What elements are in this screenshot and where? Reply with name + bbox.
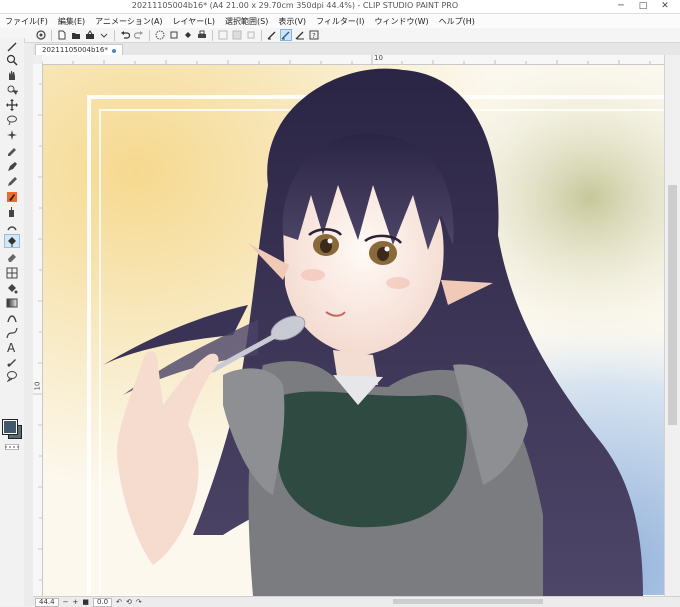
select-all-icon — [231, 29, 243, 41]
menu-layer[interactable]: レイヤー(L) — [168, 16, 220, 27]
menu-help[interactable]: ヘルプ(H) — [434, 16, 480, 27]
menu-window[interactable]: ウィンドウ(W) — [370, 16, 434, 27]
vertical-scrollbar[interactable] — [664, 55, 680, 596]
text-icon[interactable]: A — [4, 340, 20, 354]
menu-animation[interactable]: アニメーション(A) — [90, 16, 167, 27]
clear-icon[interactable] — [154, 29, 166, 41]
transform-icon — [217, 29, 229, 41]
deselect-icon — [245, 29, 257, 41]
command-bar: ? — [0, 28, 680, 43]
drawing-canvas[interactable] — [43, 65, 664, 596]
gradient-icon[interactable] — [4, 296, 20, 310]
decoration-icon[interactable] — [4, 220, 20, 234]
title-bar: 20211105004b16* (A4 21.00 x 29.70cm 350d… — [0, 0, 680, 14]
menu-selection[interactable]: 選択範囲(S) — [220, 16, 273, 27]
new-file-icon[interactable] — [56, 29, 68, 41]
save-icon[interactable] — [84, 29, 96, 41]
minimize-button[interactable]: ─ — [610, 0, 632, 13]
horizontal-scroll-thumb[interactable] — [393, 599, 543, 604]
ruler-top-label: 10 — [374, 54, 383, 62]
zoom-icon[interactable] — [4, 53, 20, 67]
clip-studio-icon[interactable] — [35, 29, 47, 41]
zoom-out-icon[interactable]: − — [63, 598, 69, 606]
undo-icon[interactable] — [119, 29, 131, 41]
canvas-tab-bar: 20211105004b16* — [33, 43, 680, 56]
horizontal-ruler[interactable]: 10 — [42, 54, 664, 65]
fit-window-icon[interactable]: ■ — [82, 598, 89, 606]
crop-icon[interactable] — [168, 29, 180, 41]
redo-icon[interactable] — [133, 29, 145, 41]
menu-file[interactable]: ファイル(F) — [0, 16, 53, 27]
brush-icon[interactable] — [4, 190, 20, 204]
tool-palette: A — [0, 38, 25, 606]
eraser-icon[interactable] — [4, 250, 20, 264]
zoom-value[interactable]: 44.4 — [35, 597, 59, 607]
rotate-right-icon[interactable]: ↷ — [136, 598, 142, 606]
color-swatch[interactable] — [2, 419, 22, 439]
unsaved-indicator-icon — [111, 48, 116, 53]
blend-tool-icon[interactable] — [4, 234, 20, 248]
hand-icon[interactable] — [4, 68, 20, 82]
ruler-corner — [33, 55, 42, 64]
lasso-icon[interactable] — [4, 113, 20, 127]
fill-icon[interactable] — [182, 29, 194, 41]
menu-filter[interactable]: フィルター(I) — [311, 16, 369, 27]
curve-icon[interactable] — [4, 326, 20, 340]
status-bar: 44.4 − + ■ 0.0 ↶ ⟲ ↷ — [33, 596, 680, 607]
ruler-snap-icon[interactable] — [294, 29, 306, 41]
figure-icon[interactable] — [4, 311, 20, 325]
correction-icon[interactable] — [4, 355, 20, 369]
vertical-ruler[interactable]: 10 — [33, 64, 43, 596]
open-folder-icon[interactable] — [70, 29, 82, 41]
window-controls: ─ □ ✕ — [610, 0, 676, 13]
ruler-left-label: 10 — [33, 381, 42, 391]
vertical-scroll-thumb[interactable] — [668, 185, 677, 425]
menu-view[interactable]: 表示(V) — [273, 16, 311, 27]
zoom-in-icon[interactable]: + — [72, 598, 78, 606]
rotate-left-icon[interactable]: ↶ — [116, 598, 122, 606]
menu-bar: ファイル(F) 編集(E) アニメーション(A) レイヤー(L) 選択範囲(S)… — [0, 14, 680, 28]
rotation-value[interactable]: 0.0 — [92, 597, 113, 607]
main-color-swatch[interactable] — [2, 419, 18, 435]
menu-edit[interactable]: 編集(E) — [53, 16, 90, 27]
help-icon[interactable]: ? — [308, 29, 320, 41]
object-select-icon[interactable] — [4, 83, 20, 97]
move-icon[interactable] — [4, 98, 20, 112]
pen-small-icon[interactable] — [4, 40, 20, 54]
pencil-icon[interactable] — [4, 175, 20, 189]
maximize-button[interactable]: □ — [632, 0, 654, 13]
window-title: 20211105004b16* (A4 21.00 x 29.70cm 350d… — [131, 1, 459, 10]
frame-border-icon[interactable] — [4, 266, 20, 280]
balloon-icon[interactable] — [4, 369, 20, 383]
svg-text:?: ? — [312, 32, 316, 40]
rotate-reset-icon[interactable]: ⟲ — [126, 598, 132, 606]
print-icon[interactable] — [196, 29, 208, 41]
svg-text:A: A — [7, 341, 16, 353]
transparent-color-icon[interactable] — [4, 440, 20, 454]
pen-stabilize-icon[interactable] — [266, 29, 278, 41]
close-button[interactable]: ✕ — [654, 0, 676, 13]
eyedropper-icon[interactable] — [4, 143, 20, 157]
artwork-illustration — [43, 65, 664, 596]
airbrush-icon[interactable] — [4, 205, 20, 219]
pen-icon[interactable] — [4, 160, 20, 174]
chevron-down-icon[interactable] — [98, 29, 110, 41]
fill-bucket-icon[interactable] — [4, 281, 20, 295]
pen-snap-icon[interactable] — [280, 29, 292, 41]
auto-select-icon[interactable] — [4, 128, 20, 142]
